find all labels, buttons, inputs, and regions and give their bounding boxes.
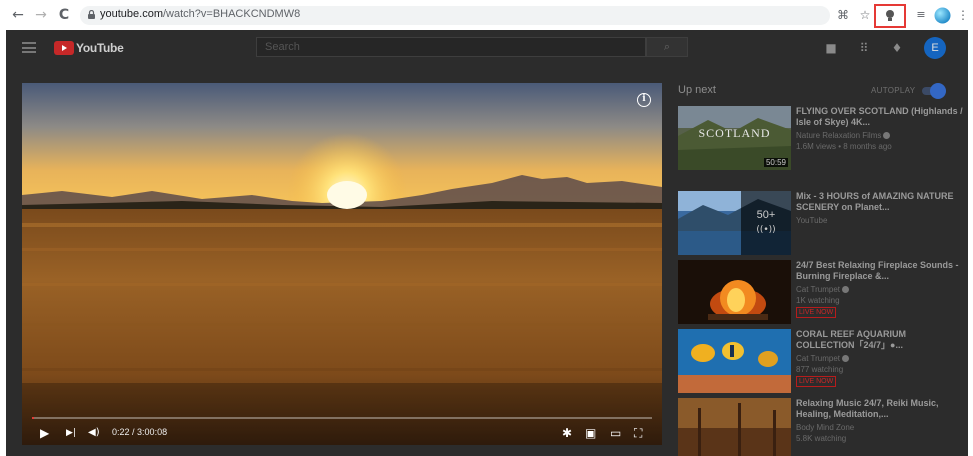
volume-icon[interactable]: ◀) bbox=[88, 426, 100, 440]
next-icon[interactable]: ▶| bbox=[66, 426, 76, 440]
video-title[interactable]: CORAL REEF AQUARIUM COLLECTION「24/7」●... bbox=[796, 329, 964, 351]
menu-icon[interactable]: ⋮ bbox=[955, 7, 971, 23]
video-title[interactable]: FLYING OVER SCOTLAND (Highlands / Isle o… bbox=[796, 106, 964, 128]
search-placeholder: Search bbox=[265, 41, 300, 53]
watching-count: 5.8K watching bbox=[796, 434, 847, 443]
hamburger-icon[interactable] bbox=[22, 42, 36, 53]
watching-count: 877 watching bbox=[796, 365, 844, 374]
duration: 3:00:08 bbox=[137, 427, 168, 437]
lock-icon bbox=[88, 10, 95, 19]
verified-icon bbox=[842, 355, 850, 362]
video-title-text: CORAL REEF AQUARIUM COLLECTION「24/7」●... bbox=[796, 329, 906, 350]
video-thumbnail[interactable]: SCOTLAND 50:59 bbox=[678, 106, 791, 170]
create-video-icon[interactable]: ■ bbox=[823, 40, 839, 56]
masthead: YouTube Search ⌕ ■ ⠿ ♦ E bbox=[6, 30, 968, 66]
youtube-logo[interactable]: YouTube bbox=[54, 40, 124, 56]
fullscreen-icon[interactable]: ⛶ bbox=[634, 426, 642, 440]
channel-row[interactable]: Cat Trumpet bbox=[796, 284, 850, 295]
view-meta: 1.6M views • 8 months ago bbox=[796, 142, 892, 151]
live-badge: LIVE NOW bbox=[796, 376, 837, 387]
thumbnail-caption: SCOTLAND bbox=[698, 126, 771, 140]
progress-fill bbox=[32, 417, 35, 419]
channel-row[interactable]: Nature Relaxation Films bbox=[796, 130, 891, 141]
settings-icon[interactable]: ✱ bbox=[562, 426, 572, 440]
mix-overlay: 50+ ((•)) bbox=[741, 191, 791, 255]
autoplay-label: AUTOPLAY bbox=[871, 86, 916, 95]
play-icon[interactable]: ▶ bbox=[40, 426, 49, 440]
verified-icon bbox=[883, 132, 891, 139]
youtube-play-icon bbox=[54, 41, 74, 55]
autoplay-toggle-knob[interactable] bbox=[930, 83, 946, 99]
video-thumbnail[interactable] bbox=[678, 398, 791, 456]
url-host: youtube.com bbox=[100, 8, 163, 20]
translate-icon[interactable]: ⌘ bbox=[835, 7, 851, 23]
notifications-bell-icon[interactable]: ♦ bbox=[889, 40, 905, 56]
thumbnail-image bbox=[678, 329, 791, 393]
url-path: /watch?v=BHACKCNDMW8 bbox=[162, 8, 301, 20]
list-item[interactable]: Relaxing Music 24/7, Reiki Music, Healin… bbox=[678, 398, 968, 456]
time-separator: / bbox=[129, 427, 138, 437]
youtube-page: YouTube Search ⌕ ■ ⠿ ♦ E i ▶ ▶| ◀) 0:22 … bbox=[6, 30, 968, 456]
mix-count: 50+ bbox=[756, 209, 776, 221]
info-icon[interactable]: i bbox=[637, 93, 651, 107]
media-control-icon[interactable]: ≡ bbox=[913, 7, 929, 23]
apps-icon[interactable]: ⠿ bbox=[856, 40, 872, 56]
theater-mode-icon[interactable]: ▭ bbox=[610, 426, 621, 440]
channel-row[interactable]: Cat Trumpet bbox=[796, 353, 850, 364]
browser-toolbar: ← → C youtube.com/watch?v=BHACKCNDMW8 ⌘ … bbox=[0, 0, 973, 30]
channel-name[interactable]: Cat Trumpet bbox=[796, 285, 840, 294]
url-text: youtube.com/watch?v=BHACKCNDMW8 bbox=[100, 8, 300, 20]
watching-count: 1K watching bbox=[796, 296, 840, 305]
channel-name[interactable]: YouTube bbox=[796, 215, 827, 226]
video-title[interactable]: Mix - 3 HOURS of AMAZING NATURE SCENERY … bbox=[796, 191, 964, 213]
search-input[interactable]: Search bbox=[256, 37, 646, 57]
address-bar[interactable]: youtube.com/watch?v=BHACKCNDMW8 bbox=[80, 6, 830, 25]
channel-name[interactable]: Nature Relaxation Films bbox=[796, 131, 881, 140]
duration-badge: 50:59 bbox=[763, 158, 788, 167]
avatar[interactable]: E bbox=[924, 37, 946, 59]
time-display: 0:22 / 3:00:08 bbox=[112, 427, 167, 437]
video-thumbnail[interactable]: 50+ ((•)) bbox=[678, 191, 791, 255]
channel-name[interactable]: Cat Trumpet bbox=[796, 354, 840, 363]
star-icon[interactable]: ☆ bbox=[857, 7, 873, 23]
extension-icon[interactable] bbox=[884, 9, 896, 22]
list-item[interactable]: 50+ ((•)) Mix - 3 HOURS of AMAZING NATUR… bbox=[678, 191, 968, 257]
miniplayer-icon[interactable]: ▣ bbox=[585, 426, 596, 440]
thumbnail-image bbox=[678, 260, 791, 324]
forward-icon[interactable]: → bbox=[33, 7, 49, 23]
list-item[interactable]: 24/7 Best Relaxing Fireplace Sounds - Bu… bbox=[678, 260, 968, 326]
profile-avatar-icon[interactable] bbox=[934, 7, 951, 24]
video-thumbnail[interactable] bbox=[678, 260, 791, 324]
video-title[interactable]: 24/7 Best Relaxing Fireplace Sounds - Bu… bbox=[796, 260, 964, 282]
thumbnail-image bbox=[678, 398, 791, 456]
video-title[interactable]: Relaxing Music 24/7, Reiki Music, Healin… bbox=[796, 398, 964, 420]
reload-icon[interactable]: C bbox=[56, 7, 72, 23]
live-badge: LIVE NOW bbox=[796, 307, 837, 318]
progress-bar[interactable] bbox=[32, 417, 652, 419]
video-thumbnail[interactable] bbox=[678, 329, 791, 393]
up-next-title: Up next bbox=[678, 84, 716, 96]
list-item[interactable]: CORAL REEF AQUARIUM COLLECTION「24/7」●...… bbox=[678, 329, 968, 395]
back-icon[interactable]: ← bbox=[10, 7, 26, 23]
search-icon[interactable]: ⌕ bbox=[646, 37, 688, 57]
list-item[interactable]: SCOTLAND 50:59 FLYING OVER SCOTLAND (Hig… bbox=[678, 106, 968, 172]
current-time: 0:22 bbox=[112, 427, 130, 437]
logo-text: YouTube bbox=[76, 41, 124, 55]
verified-icon bbox=[842, 286, 850, 293]
mix-playlist-icon: ((•)) bbox=[756, 225, 776, 235]
video-player[interactable]: i ▶ ▶| ◀) 0:22 / 3:00:08 ✱ ▣ ▭ ⛶ bbox=[22, 83, 662, 445]
channel-name[interactable]: Body Mind Zone bbox=[796, 422, 854, 433]
video-frame bbox=[22, 83, 662, 445]
